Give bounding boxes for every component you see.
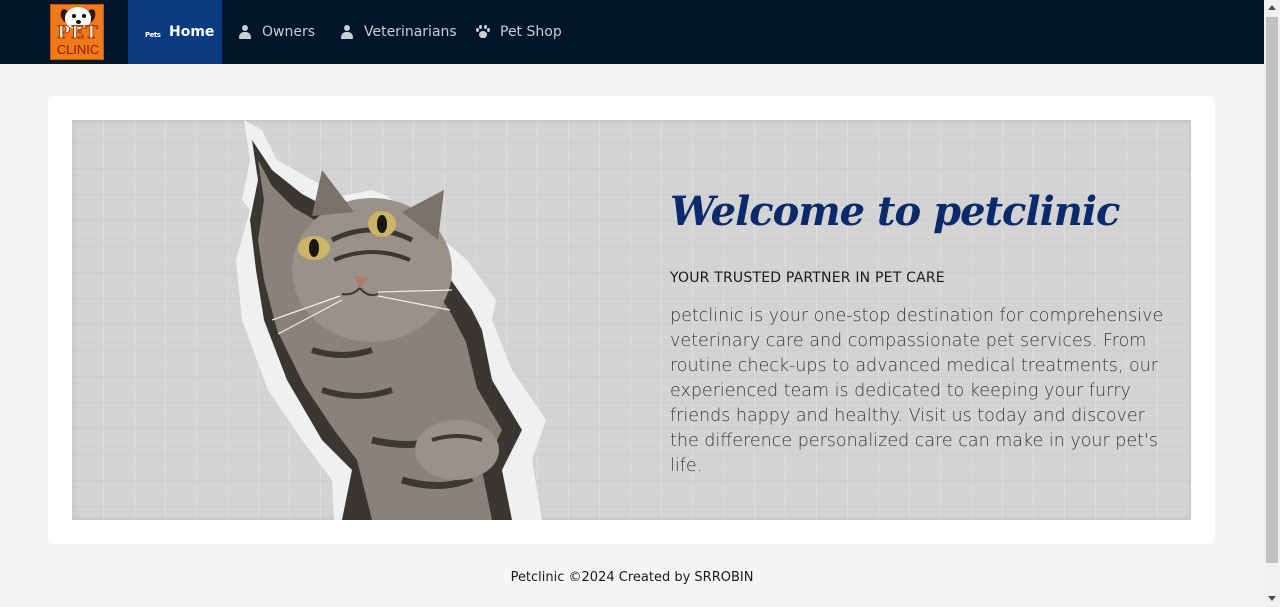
hero-banner: Welcome to petclinic YOUR TRUSTED PARTNE… (72, 120, 1191, 520)
scroll-down-arrow-icon[interactable] (1268, 596, 1276, 601)
cat-illustration (236, 120, 546, 520)
vertical-scrollbar[interactable] (1264, 0, 1280, 607)
nav-item-label: Owners (262, 24, 316, 40)
nav-item-veterinarians[interactable]: Veterinarians (340, 0, 457, 64)
hero-description: petclinic is your one-stop destination f… (670, 306, 1164, 476)
nav-item-owners[interactable]: Owners (238, 0, 315, 64)
hero-subtitle: YOUR TRUSTED PARTNER IN PET CARE (670, 270, 945, 286)
nav-item-pet-shop[interactable]: Pet Shop (476, 0, 562, 64)
hero-title: Welcome to petclinic (670, 188, 1120, 235)
scrollbar-thumb[interactable] (1266, 17, 1278, 563)
nav-item-label: Home (169, 24, 215, 40)
top-navbar: PET CLINIC Pets Home Owners Veterinarian… (0, 0, 1264, 64)
nav-item-home[interactable]: Pets Home (128, 0, 222, 64)
logo-dog-eye (82, 14, 86, 18)
scroll-up-arrow-icon[interactable] (1268, 5, 1276, 10)
logo-text-clinic: CLINIC (56, 42, 100, 57)
footer-text: Petclinic ©2024 Created by SRROBIN (510, 570, 754, 585)
nav-item-label: Veterinarians (364, 24, 457, 40)
logo-dog-eye (72, 14, 76, 18)
pets-home-icon: Pets (145, 31, 161, 39)
nav-item-label: Pet Shop (500, 24, 562, 40)
owner-person-icon (238, 25, 252, 39)
petclinic-logo[interactable]: PET CLINIC (50, 4, 104, 60)
veterinarian-icon (340, 25, 354, 39)
paw-icon (476, 25, 490, 39)
logo-text-pet: PET (57, 23, 99, 44)
